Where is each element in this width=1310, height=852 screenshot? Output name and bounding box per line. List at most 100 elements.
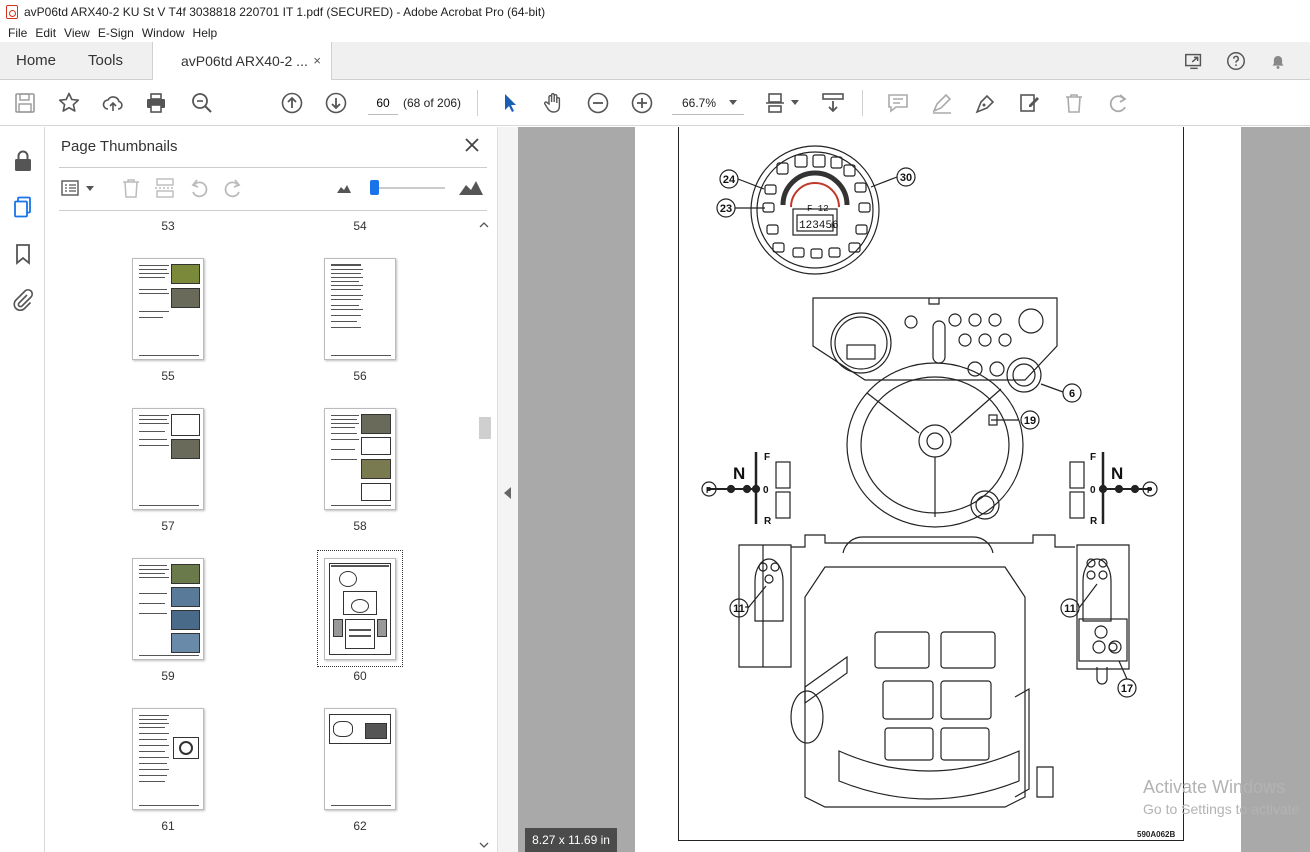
page-thumbnail-56[interactable] xyxy=(324,258,396,360)
page-thumbnail-58[interactable] xyxy=(324,408,396,510)
lever-reverse-left: R xyxy=(764,516,772,527)
help-icon[interactable] xyxy=(1225,50,1247,72)
share-screen-icon[interactable] xyxy=(1183,50,1205,72)
page-number-input[interactable] xyxy=(368,91,398,115)
tab-close-icon[interactable]: × xyxy=(313,42,321,80)
comment-icon[interactable] xyxy=(886,91,910,115)
tab-bar: Home Tools avP06td ARX40-2 ... × xyxy=(0,42,1310,81)
panel-title: Page Thumbnails xyxy=(61,138,178,155)
menu-file[interactable]: File xyxy=(8,26,27,40)
edit-text-icon[interactable] xyxy=(1018,91,1042,115)
callout-label: 30 xyxy=(900,172,912,184)
display-hours-unit: h xyxy=(831,223,835,231)
toolbar-divider xyxy=(477,90,478,116)
zoom-chevron-down-icon[interactable] xyxy=(729,100,737,106)
zoom-value: 66.7% xyxy=(682,96,717,110)
small-thumbnail-mountain-icon[interactable] xyxy=(337,183,351,193)
previous-page-icon[interactable] xyxy=(280,91,304,115)
main-toolbar: (68 of 206) 66.7% xyxy=(0,80,1310,126)
select-cursor-icon[interactable] xyxy=(498,91,522,115)
zoom-search-icon[interactable] xyxy=(190,91,214,115)
menu-window[interactable]: Window xyxy=(142,26,185,40)
menu-esign[interactable]: E-Sign xyxy=(98,26,134,40)
thumbnail-page-label: 59 xyxy=(161,669,175,683)
menu-bar: File Edit View E-Sign Window Help xyxy=(0,24,1310,42)
page-fit-chevron-down-icon[interactable] xyxy=(791,100,799,106)
thumbnail-page-label: 55 xyxy=(161,369,175,383)
lever-zero-right: 0 xyxy=(1090,485,1096,496)
rotate-counterclockwise-icon[interactable] xyxy=(188,177,210,199)
callout-label: 24 xyxy=(723,174,736,186)
callout-label: 19 xyxy=(1024,415,1036,427)
display-gear: F 12 xyxy=(807,204,829,214)
panel-splitter[interactable] xyxy=(497,127,518,852)
page-count: (68 of 206) xyxy=(403,96,462,110)
zoom-in-icon[interactable] xyxy=(630,91,654,115)
upload-cloud-icon[interactable] xyxy=(101,91,125,115)
tab-home[interactable]: Home xyxy=(16,42,56,80)
zoom-out-icon[interactable] xyxy=(586,91,610,115)
page-size-indicator: 8.27 x 11.69 in xyxy=(525,828,617,852)
thumbnail-page-label: 61 xyxy=(161,819,175,833)
operator-controls-diagram: 24 30 23 6 19 11 11 17 N F 0 R P N F 0 R… xyxy=(701,145,1158,808)
page-thumbnail-55[interactable] xyxy=(132,258,204,360)
figure-code: 590A062B xyxy=(1137,830,1176,839)
thumbnail-scrollbar-thumb[interactable] xyxy=(479,417,491,439)
thumbnail-page-label: 58 xyxy=(353,519,367,533)
panel-divider xyxy=(59,210,487,211)
insert-page-icon[interactable] xyxy=(154,177,176,199)
thumbnail-page-label: 57 xyxy=(161,519,175,533)
callout-label: 11 xyxy=(1064,603,1076,615)
callout-label: 11 xyxy=(733,603,745,615)
rotate-clockwise-icon[interactable] xyxy=(222,177,244,199)
menu-edit[interactable]: Edit xyxy=(35,26,56,40)
lever-neutral-left: N xyxy=(733,464,745,483)
window-title: avP06td ARX40-2 KU St V T4f 3038818 2207… xyxy=(24,5,546,19)
lever-park-left: P xyxy=(706,486,712,495)
thumbnail-page-label: 62 xyxy=(353,819,367,833)
highlight-pen-icon[interactable] xyxy=(930,91,954,115)
print-icon[interactable] xyxy=(144,91,168,115)
thumbnail-size-slider-handle[interactable] xyxy=(370,180,379,195)
thumbnail-options-icon[interactable] xyxy=(61,177,83,199)
redo-icon[interactable] xyxy=(1106,91,1130,115)
panel-close-icon[interactable] xyxy=(463,136,481,154)
callout-label: 23 xyxy=(720,203,732,215)
tab-document[interactable]: avP06td ARX40-2 ... × xyxy=(152,42,332,81)
bookmark-star-icon[interactable] xyxy=(57,91,81,115)
page-thumbnail-57[interactable] xyxy=(132,408,204,510)
notifications-bell-icon[interactable] xyxy=(1267,50,1289,72)
options-chevron-down-icon[interactable] xyxy=(86,186,94,192)
lever-park-right: P xyxy=(1147,486,1153,495)
lever-neutral-right: N xyxy=(1111,464,1123,483)
page-thumbnail-62[interactable] xyxy=(324,708,396,810)
panel-divider xyxy=(59,167,487,168)
next-page-icon[interactable] xyxy=(324,91,348,115)
hand-tool-icon[interactable] xyxy=(542,91,566,115)
delete-pages-icon[interactable] xyxy=(120,177,142,199)
draw-pen-icon[interactable] xyxy=(974,91,998,115)
bookmarks-icon[interactable] xyxy=(11,242,35,266)
page-fit-icon[interactable] xyxy=(764,91,788,115)
lever-forward-right: F xyxy=(1090,452,1096,463)
page-thumbnails-icon[interactable] xyxy=(11,195,35,219)
callout-label: 17 xyxy=(1121,683,1133,695)
menu-help[interactable]: Help xyxy=(193,26,218,40)
save-icon[interactable] xyxy=(13,91,37,115)
page-thumbnail-60[interactable] xyxy=(324,558,396,660)
thumbnail-scrollbar[interactable] xyxy=(477,219,491,852)
page-thumbnail-61[interactable] xyxy=(132,708,204,810)
acrobat-pdf-icon xyxy=(6,5,18,19)
large-thumbnail-mountain-icon[interactable] xyxy=(459,179,483,195)
lock-icon[interactable] xyxy=(11,149,35,173)
thumbnail-size-slider-track[interactable] xyxy=(375,187,445,189)
attachment-paperclip-icon[interactable] xyxy=(11,288,35,312)
collapse-panel-arrow-icon[interactable] xyxy=(504,487,512,499)
toolbar-divider xyxy=(862,90,863,116)
page-thumbnail-59[interactable] xyxy=(132,558,204,660)
delete-trash-icon[interactable] xyxy=(1062,91,1086,115)
activation-watermark-subtitle: Go to Settings to activate xyxy=(1143,801,1300,817)
scroll-mode-icon[interactable] xyxy=(821,91,845,115)
menu-view[interactable]: View xyxy=(64,26,90,40)
tab-tools[interactable]: Tools xyxy=(88,42,123,80)
